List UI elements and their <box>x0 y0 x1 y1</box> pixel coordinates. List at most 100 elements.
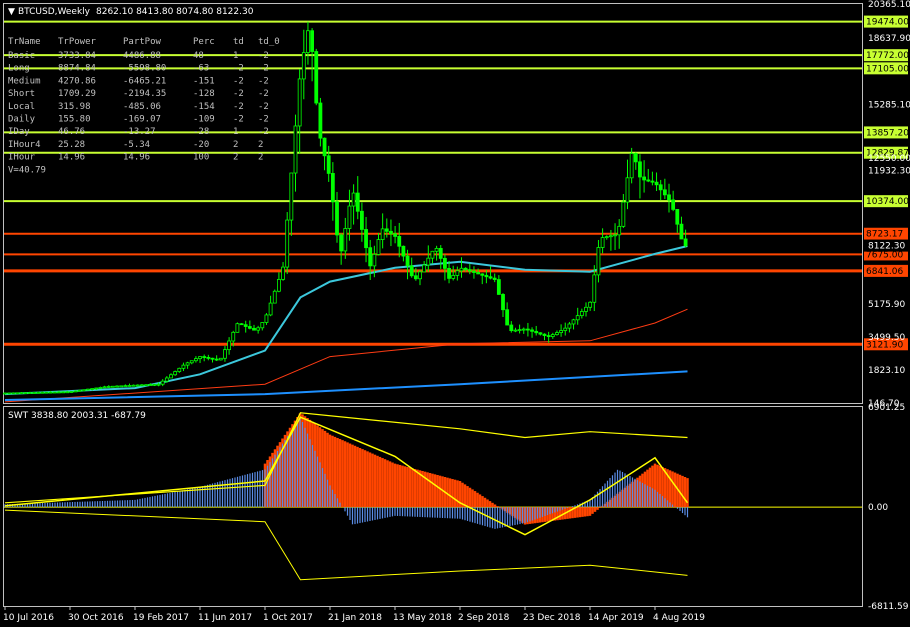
level-label: 17772.00 <box>866 51 909 61</box>
table-header: Perc <box>193 37 215 47</box>
table-cell: 2 <box>258 140 263 150</box>
candle-body <box>131 384 136 387</box>
candle-body <box>501 294 505 311</box>
table-footer: V=40.79 <box>8 165 46 175</box>
candle-body <box>438 247 443 259</box>
candle-body <box>11 392 16 395</box>
candle-body <box>285 219 290 268</box>
candle-body <box>405 255 410 267</box>
candle-body <box>206 356 211 359</box>
candle-body <box>3 392 7 395</box>
candle-body <box>148 384 153 386</box>
candle-body <box>600 237 605 248</box>
table-cell: -2 <box>233 76 244 86</box>
candle-body <box>264 314 269 323</box>
table-cell: Short <box>8 89 35 99</box>
candle-body <box>638 161 642 178</box>
candle-body <box>293 125 298 174</box>
time-tick-label: 23 Dec 2018 <box>523 613 581 623</box>
table-cell: 3733.84 <box>58 51 96 61</box>
candle-body <box>301 52 306 80</box>
candle-body <box>413 275 418 280</box>
candle-body <box>314 51 319 104</box>
candle-body <box>472 270 476 273</box>
table-header: td_0 <box>258 37 280 47</box>
level-label: 17105.00 <box>866 64 909 74</box>
table-cell: 4270.86 <box>58 76 96 86</box>
candle-body <box>658 184 663 191</box>
candle-body <box>243 324 248 327</box>
candle-body <box>52 391 57 394</box>
candle-body <box>609 235 613 238</box>
candle-body <box>156 383 161 386</box>
candle-body <box>430 250 435 259</box>
candle-body <box>667 194 671 201</box>
candle-body <box>447 267 451 279</box>
table-cell: -128 <box>193 89 215 99</box>
table-cell: 8874.84 <box>58 64 96 74</box>
level-label: 7675.00 <box>866 250 903 260</box>
table-cell: IHour <box>8 153 36 163</box>
candle-body <box>318 102 323 139</box>
table-cell: 315.98 <box>58 102 91 112</box>
candle-body <box>98 387 103 389</box>
table-cell: 2 <box>233 153 238 163</box>
candle-body <box>185 362 190 366</box>
table-cell: Daily <box>8 115 36 125</box>
table-cell: -485.06 <box>123 102 161 112</box>
candle-body <box>484 274 489 278</box>
candle-body <box>86 388 90 391</box>
candle-body <box>596 247 601 276</box>
table-cell: 48 <box>193 51 204 61</box>
candle-body <box>393 233 398 237</box>
candle-body <box>588 301 593 308</box>
candle-body <box>119 385 124 388</box>
candle-body <box>73 390 78 393</box>
candle-body <box>202 356 207 358</box>
candle-body <box>36 391 41 394</box>
candle-body <box>297 78 302 127</box>
symbol-dropdown-icon[interactable]: ▼ <box>8 7 15 17</box>
table-cell: -5.34 <box>123 140 150 150</box>
candle-body <box>164 377 169 382</box>
table-cell: -13.27 <box>123 127 156 137</box>
candle-body <box>625 177 630 203</box>
table-cell: -2 <box>258 64 269 74</box>
time-tick-label: 19 Feb 2017 <box>133 613 189 623</box>
candle-body <box>32 392 36 394</box>
candle-body <box>526 328 530 331</box>
candle-body <box>571 319 576 325</box>
candle-body <box>488 276 493 279</box>
table-cell: 1 <box>233 51 238 61</box>
candle-body <box>57 391 61 394</box>
candle-body <box>418 271 422 280</box>
candle-body <box>322 137 327 157</box>
candle-body <box>662 189 667 196</box>
price-tick-label: 15285.10 <box>868 100 910 110</box>
candle-body <box>239 323 244 326</box>
candle-body <box>351 192 356 207</box>
candle-body <box>409 265 414 277</box>
candle-body <box>44 391 49 394</box>
candle-body <box>613 234 617 237</box>
candle-body <box>555 332 559 335</box>
table-cell: -5598.80 <box>123 64 166 74</box>
candle-body <box>559 330 563 333</box>
table-cell: Long <box>8 64 30 74</box>
candle-body <box>355 192 360 212</box>
candle-body <box>384 228 389 232</box>
candle-body <box>397 236 402 247</box>
table-cell: -2 <box>258 76 269 86</box>
candle-body <box>144 384 149 387</box>
candle-body <box>513 329 518 332</box>
candle-body <box>567 323 572 329</box>
candle-body <box>19 392 24 395</box>
candle-body <box>683 238 688 247</box>
table-cell: -151 <box>193 76 215 86</box>
table-cell: -2 <box>258 115 269 125</box>
candle-body <box>256 327 261 331</box>
time-tick-label: 1 Oct 2017 <box>263 613 313 623</box>
indicator-title: SWT 3838.80 2003.31 -687.79 <box>8 411 146 421</box>
candle-body <box>330 173 335 203</box>
candle-body <box>505 309 510 326</box>
